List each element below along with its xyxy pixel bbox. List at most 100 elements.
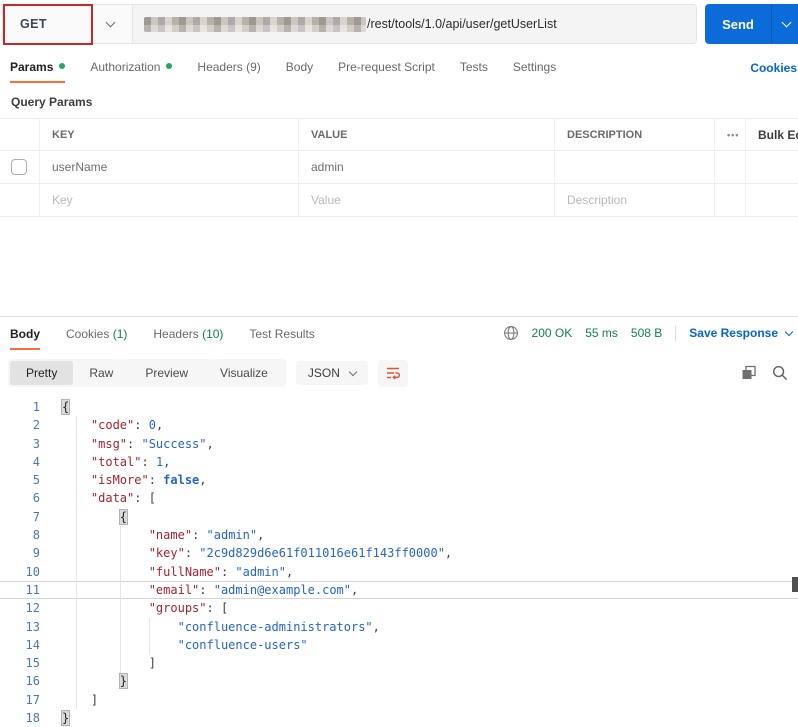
- line-number: 10: [25, 564, 40, 579]
- line-number: 11: [25, 582, 40, 597]
- response-toolbar: Pretty Raw Preview Visualize JSON: [8, 358, 790, 388]
- row-checkbox[interactable]: [11, 159, 27, 175]
- tab-tests[interactable]: Tests: [460, 56, 488, 83]
- code-line: 3 "msg": "Success",: [0, 435, 798, 453]
- tab-body[interactable]: Body: [286, 56, 313, 83]
- view-visualize-button[interactable]: Visualize: [204, 361, 284, 385]
- save-response-button[interactable]: Save Response: [689, 326, 794, 340]
- code-line: 2 "code": 0,: [0, 416, 798, 434]
- param-description-placeholder[interactable]: Description: [555, 184, 715, 216]
- line-number: 9: [32, 546, 40, 561]
- line-number: 6: [32, 491, 40, 506]
- save-response-chevron-icon: [784, 327, 794, 336]
- line-number: 18: [25, 711, 40, 726]
- row-extra-cell: [715, 151, 746, 183]
- checkbox-column-header: [0, 119, 40, 150]
- response-size[interactable]: 508 B: [631, 326, 662, 340]
- row-extra-cell: [715, 184, 746, 216]
- wrap-lines-icon: [386, 367, 400, 380]
- view-preview-button[interactable]: Preview: [129, 361, 204, 385]
- annotation-highlight-box: [3, 4, 93, 45]
- tab-pre-request-script[interactable]: Pre-request Script: [338, 56, 435, 83]
- line-number: 17: [25, 692, 40, 707]
- bulk-edit-button[interactable]: Bulk Edit: [746, 119, 798, 150]
- tab-body-label: Body: [285, 60, 314, 74]
- view-pretty-button[interactable]: Pretty: [10, 361, 74, 385]
- send-button[interactable]: Send: [705, 4, 798, 44]
- tab-response-cookies[interactable]: Cookies (1): [66, 322, 127, 350]
- tab-headers[interactable]: Headers (9): [197, 56, 260, 83]
- pane-divider[interactable]: [0, 316, 798, 317]
- view-raw-button[interactable]: Raw: [73, 361, 129, 385]
- param-value-placeholder[interactable]: Value: [299, 184, 555, 216]
- response-action-icons: [741, 365, 790, 381]
- line-number: 3: [32, 436, 40, 451]
- send-split-divider: [771, 4, 772, 44]
- response-tabs: Body Cookies (1) Headers (10) Test Resul…: [0, 322, 798, 352]
- value-column-header: VALUE: [299, 119, 555, 150]
- send-label: Send: [722, 16, 754, 32]
- language-select[interactable]: JSON: [295, 361, 368, 385]
- line-number: 1: [32, 400, 40, 414]
- request-tabs: Params Authorization Headers (9) Body Pr…: [0, 56, 798, 84]
- send-options-chevron-icon[interactable]: [781, 17, 792, 28]
- tab-test-results[interactable]: Test Results: [249, 322, 314, 350]
- response-body-editor[interactable]: 1{2 "code": 0, 3 "msg": "Success", 4 "tota…: [0, 398, 798, 727]
- query-params-title: Query Params: [11, 95, 93, 109]
- more-options-button[interactable]: •••: [715, 119, 746, 150]
- headers-count: (10): [202, 327, 224, 341]
- copy-icon: [742, 365, 756, 379]
- code-line: 7 {: [0, 508, 798, 526]
- response-time[interactable]: 55 ms: [585, 326, 618, 340]
- table-header-row: KEY VALUE DESCRIPTION ••• Bulk Edit: [0, 118, 798, 151]
- tab-response-headers[interactable]: Headers (10): [153, 322, 223, 350]
- search-response-button[interactable]: [772, 365, 788, 381]
- scrollbar-mark[interactable]: [792, 577, 798, 592]
- table-row: userName admin: [0, 151, 798, 184]
- meta-divider: [675, 325, 677, 341]
- method-selector[interactable]: GET: [3, 4, 132, 45]
- line-number: 12: [25, 601, 40, 616]
- tab-response-headers-label: Headers: [153, 327, 199, 341]
- row-extra-cell: [746, 151, 798, 183]
- tab-settings-label: Settings: [512, 60, 557, 74]
- line-number: 4: [32, 454, 40, 469]
- placeholder-checkbox-cell: [0, 184, 40, 216]
- code-line: 6 "data": [: [0, 489, 798, 507]
- code-line: 1{: [0, 398, 798, 416]
- chevron-down-icon[interactable]: [105, 17, 116, 28]
- param-key-placeholder[interactable]: Key: [40, 184, 299, 216]
- tab-headers-label: Headers (9): [197, 60, 261, 74]
- query-params-table: KEY VALUE DESCRIPTION ••• Bulk Edit user…: [0, 118, 798, 217]
- line-number: 8: [32, 528, 40, 543]
- code-line: 17 ]: [0, 691, 798, 709]
- language-label: JSON: [307, 366, 340, 380]
- copy-response-button[interactable]: [741, 365, 757, 381]
- code-line: 18}: [0, 709, 798, 727]
- tab-response-body[interactable]: Body: [10, 322, 40, 350]
- bulk-edit-label: Bulk Edit: [758, 127, 798, 142]
- url-input[interactable]: /rest/tools/1.0/api/user/getUserList: [132, 5, 696, 43]
- line-number: 5: [32, 473, 40, 488]
- params-status-dot: [59, 63, 66, 69]
- description-column-header: DESCRIPTION: [555, 119, 715, 150]
- tab-response-body-label: Body: [10, 327, 40, 341]
- status-code[interactable]: 200 OK: [532, 326, 573, 340]
- view-mode-segmented-control: Pretty Raw Preview Visualize: [8, 359, 286, 387]
- tab-response-cookies-label: Cookies: [66, 327, 110, 341]
- tab-params[interactable]: Params: [10, 56, 66, 83]
- param-value-field[interactable]: admin: [299, 151, 555, 183]
- tab-settings[interactable]: Settings: [513, 56, 556, 83]
- network-globe-icon[interactable]: [503, 325, 519, 341]
- param-key-field[interactable]: userName: [40, 151, 299, 183]
- authorization-status-dot: [166, 63, 173, 69]
- tab-authorization[interactable]: Authorization: [90, 56, 173, 83]
- line-number: 7: [32, 509, 40, 524]
- cookies-link[interactable]: Cookies: [750, 61, 797, 75]
- param-description-field[interactable]: [555, 151, 715, 183]
- code-line: 4 "total": 1,: [0, 453, 798, 471]
- method-label: GET: [20, 17, 47, 31]
- tab-test-results-label: Test Results: [249, 327, 315, 341]
- wrap-lines-button[interactable]: [377, 359, 408, 387]
- indent-guide: [120, 526, 121, 673]
